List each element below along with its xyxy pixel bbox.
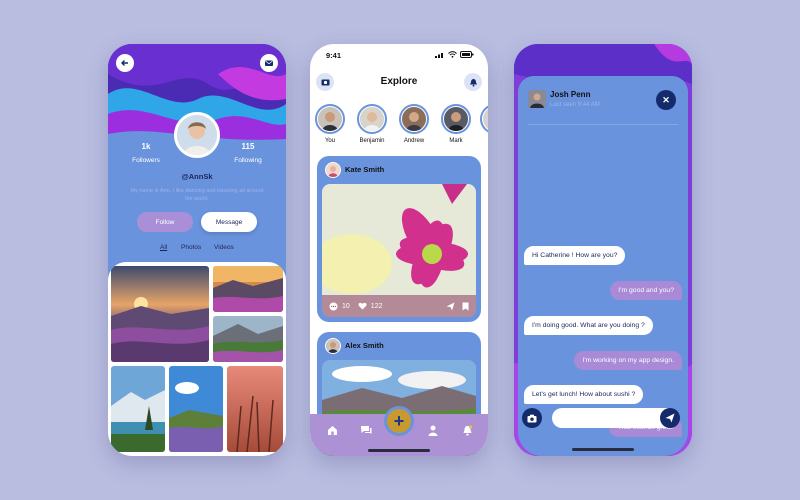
home-indicator — [368, 449, 430, 452]
mail-button[interactable] — [260, 54, 278, 72]
like-count: 122 — [370, 302, 383, 310]
followers-count: 1k — [141, 142, 151, 151]
story-avatar — [444, 107, 468, 131]
post-actions-bar: 10 122 — [322, 295, 476, 317]
post-author-name[interactable]: Alex Smith — [345, 341, 384, 350]
photo-gallery — [108, 262, 286, 456]
story-name: You — [324, 138, 336, 144]
back-button[interactable] — [116, 54, 134, 72]
message-outgoing: I'm good and you? — [610, 281, 682, 300]
gallery-photo-sunset-flowers[interactable] — [111, 266, 209, 362]
arrow-left-icon — [121, 60, 128, 66]
post-author-name[interactable]: Kate Smith — [345, 165, 384, 174]
bell-icon — [469, 78, 477, 87]
story-avatar — [318, 107, 342, 131]
profile-bio: My name is Ann. I like dancing and trave… — [130, 188, 264, 202]
post-author-avatar — [325, 338, 341, 354]
chat-panel: Josh Penn Last seen 9:44 AM ✕ Hi Catheri… — [518, 76, 688, 456]
page-title: Explore — [380, 76, 418, 87]
gallery-photo-lake[interactable] — [111, 366, 165, 452]
comment-icon[interactable] — [329, 302, 338, 311]
message-incoming: I'm doing good. What are you doing ? — [524, 316, 653, 335]
close-button[interactable]: ✕ — [656, 90, 676, 110]
add-icon: + — [393, 410, 405, 431]
contact-avatar — [528, 90, 546, 108]
following-stat[interactable]: 115 Following — [218, 142, 278, 164]
notification-icon[interactable] — [461, 424, 473, 436]
profile-handle: @AnnSk — [181, 172, 213, 181]
story-you[interactable]: You — [315, 104, 345, 144]
story-benjamin[interactable]: Benjamin — [357, 104, 387, 144]
status-time: 9:41 — [326, 51, 342, 60]
message-input[interactable] — [552, 408, 676, 428]
last-seen: Last seen 9:44 AM — [550, 102, 600, 108]
message-incoming: Let's get lunch! How about sushi ? — [524, 385, 644, 404]
wifi-icon — [448, 51, 457, 58]
followers-stat[interactable]: 1k Followers — [116, 142, 176, 164]
comment-count: 10 — [342, 302, 350, 310]
home-indicator — [572, 448, 634, 451]
gallery-photo-grass[interactable] — [227, 366, 283, 452]
send-button[interactable] — [660, 408, 680, 428]
story-name: Mark — [449, 138, 463, 144]
post-card: Kate Smith 10 122 — [317, 156, 481, 322]
battery-icon — [460, 51, 474, 58]
message-button[interactable]: Message — [201, 212, 257, 232]
story-name: Benjamin — [359, 138, 385, 144]
story-partial[interactable] — [480, 104, 488, 134]
following-label: Following — [234, 157, 262, 164]
status-icons — [435, 51, 474, 58]
tab-all[interactable]: All — [160, 244, 167, 251]
following-count: 115 — [241, 142, 255, 151]
message-incoming: Hi Catherine ! How are you? — [524, 246, 626, 265]
home-icon[interactable] — [326, 424, 338, 436]
profile-avatar — [174, 112, 220, 158]
story-andrew[interactable]: Andrew — [399, 104, 429, 144]
chat-icon[interactable] — [360, 424, 372, 436]
profile-screen: 1k Followers 115 Following @AnnSk My nam… — [108, 44, 286, 456]
tab-videos[interactable]: Videos — [214, 244, 234, 251]
contact-name: Josh Penn — [550, 90, 591, 99]
message-outgoing: I'm working on my app design. — [574, 351, 682, 370]
camera-icon — [527, 414, 537, 422]
send-icon[interactable] — [446, 302, 455, 311]
post-image-flower[interactable]: 10 122 — [322, 184, 476, 317]
signal-icon — [435, 53, 443, 58]
story-mark[interactable]: Mark — [441, 104, 471, 144]
close-icon: ✕ — [662, 94, 670, 105]
explore-screen: 9:41 Explore You Benjamin Andrew Mark Ka… — [310, 44, 488, 456]
story-name: Andrew — [403, 138, 425, 144]
send-icon — [665, 413, 675, 423]
follow-button[interactable]: Follow — [137, 212, 193, 232]
post-author-avatar — [325, 162, 341, 178]
story-avatar — [402, 107, 426, 131]
heart-icon[interactable] — [358, 302, 367, 310]
followers-label: Followers — [132, 157, 160, 164]
gallery-photo-hills[interactable] — [213, 316, 283, 362]
notifications-button[interactable] — [464, 73, 482, 91]
tab-photos[interactable]: Photos — [181, 244, 201, 251]
header-divider — [528, 124, 678, 125]
gallery-photo-mountain-sunset[interactable] — [213, 266, 283, 312]
profile-icon[interactable] — [427, 424, 439, 436]
gallery-photo-lavender[interactable] — [169, 366, 223, 452]
bookmark-icon[interactable] — [462, 302, 469, 311]
envelope-icon — [265, 60, 273, 66]
story-avatar — [360, 107, 384, 131]
chat-screen: Josh Penn Last seen 9:44 AM ✕ Hi Catheri… — [514, 44, 692, 456]
camera-button[interactable] — [522, 408, 542, 428]
add-post-button[interactable]: + — [384, 406, 414, 436]
story-avatar — [483, 107, 488, 131]
